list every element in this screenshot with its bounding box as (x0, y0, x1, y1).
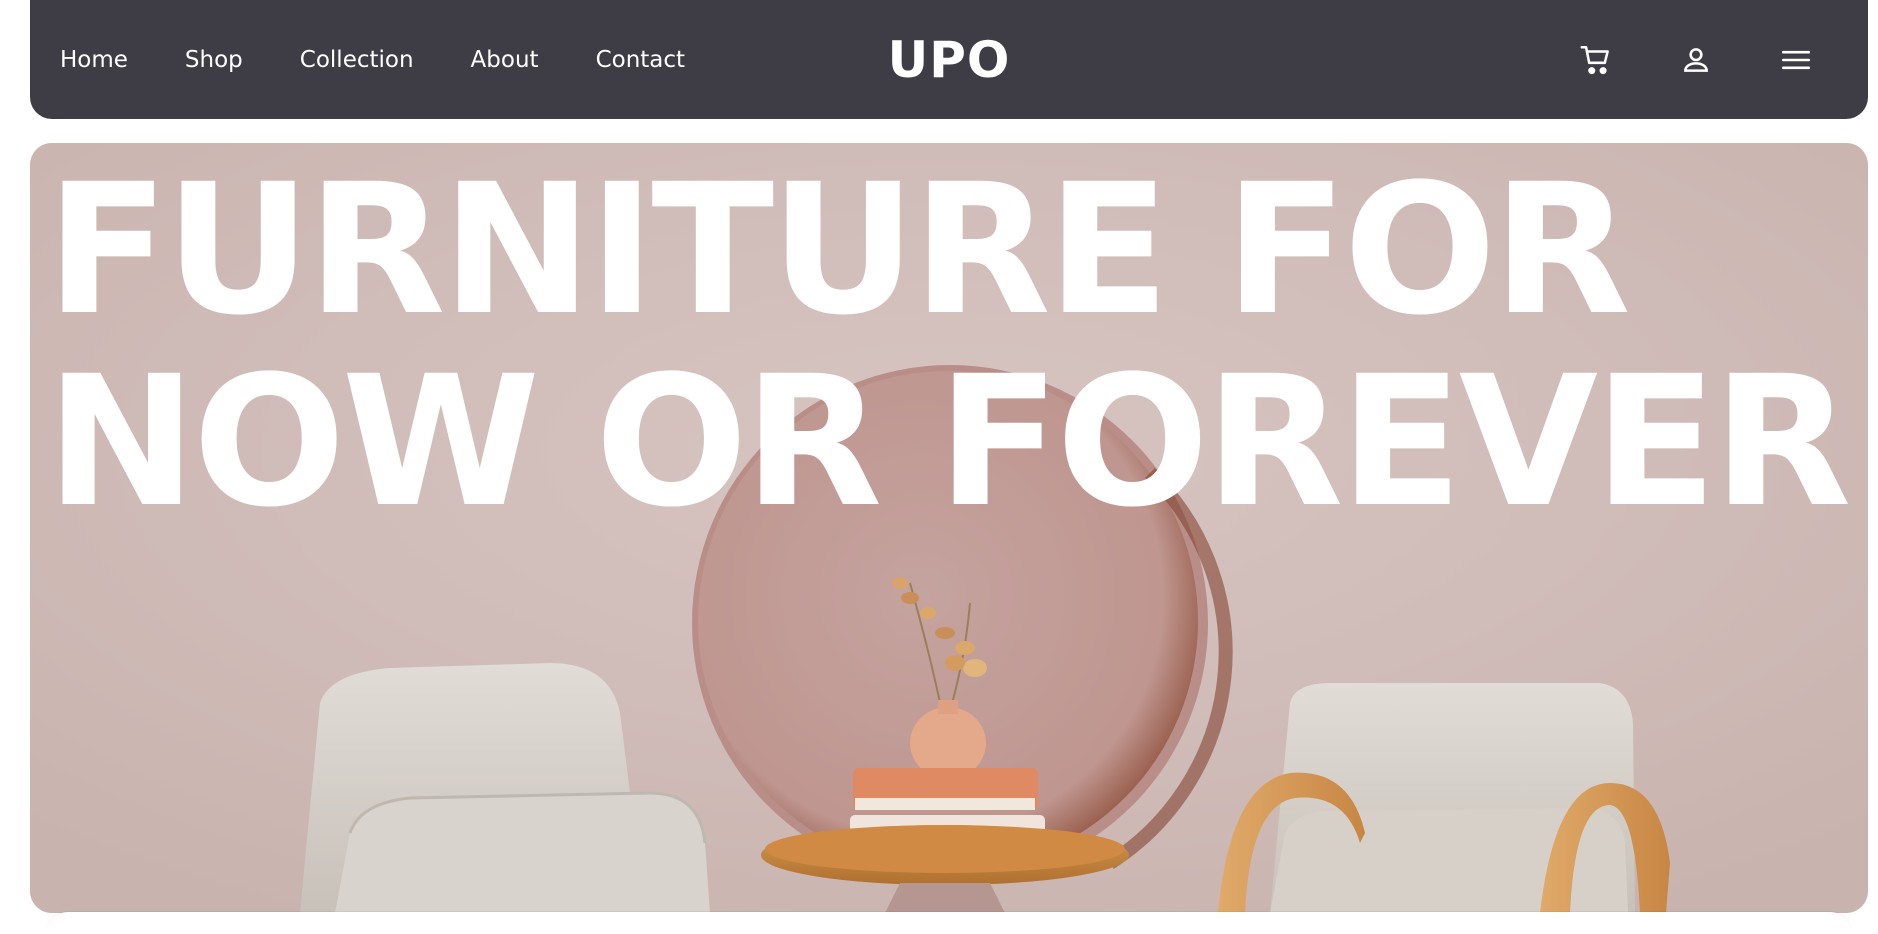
hero-headline-line2: NOW OR FOREVER (46, 338, 1852, 547)
menu-icon[interactable] (1776, 40, 1816, 80)
user-icon[interactable] (1676, 40, 1716, 80)
top-navbar: Home Shop Collection About Contact UPO (30, 0, 1868, 119)
hero-headline-line1: FURNITURE FOR (46, 146, 1631, 355)
nav-link-about[interactable]: About (471, 47, 539, 73)
brand-logo[interactable]: UPO (888, 31, 1011, 89)
page: Home Shop Collection About Contact UPO F… (0, 0, 1878, 934)
nav-link-shop[interactable]: Shop (185, 47, 243, 73)
nav-link-contact[interactable]: Contact (596, 47, 685, 73)
nav-link-home[interactable]: Home (60, 47, 128, 73)
nav-icons (1516, 0, 1816, 119)
cart-icon[interactable] (1576, 40, 1616, 80)
content-card-top-edge (46, 912, 1852, 934)
nav-links: Home Shop Collection About Contact (60, 0, 742, 119)
hero-banner: FURNITURE FOR NOW OR FOREVER (30, 143, 1868, 913)
nav-link-collection[interactable]: Collection (300, 47, 414, 73)
hero-headline: FURNITURE FOR NOW OR FOREVER (46, 146, 1852, 547)
